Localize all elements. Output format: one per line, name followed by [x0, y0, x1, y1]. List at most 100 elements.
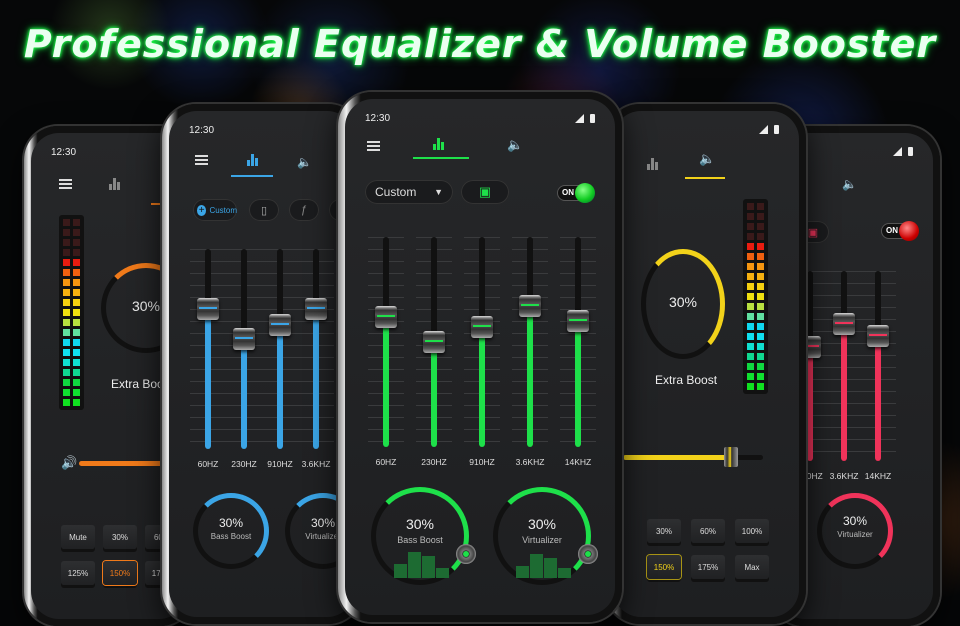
virtualizer-dial[interactable]: 30% Virtualizer — [493, 487, 598, 585]
preset-button-mute[interactable]: Mute — [61, 525, 95, 549]
slider-track[interactable] — [527, 237, 533, 447]
vu-row — [747, 253, 764, 260]
preset-button-max[interactable]: Max — [735, 555, 769, 579]
vu-row — [63, 229, 80, 236]
slider-handle[interactable] — [233, 328, 255, 350]
slider-handle[interactable] — [197, 298, 219, 320]
slider-handle[interactable] — [269, 314, 291, 336]
tab-equalizer[interactable] — [433, 137, 444, 153]
slider-track[interactable] — [479, 237, 485, 447]
vu-row — [747, 333, 764, 340]
vu-row — [747, 203, 764, 210]
slider-track[interactable] — [383, 237, 389, 447]
preset-button-100[interactable]: 100% — [735, 519, 769, 543]
vu-row — [747, 323, 764, 330]
tab-booster[interactable]: 🔈 — [507, 137, 523, 153]
slider-track[interactable] — [313, 249, 319, 449]
virtualizer-label: Virtualizer — [837, 530, 873, 539]
signal-icon — [893, 147, 902, 156]
status-time: 12:30 — [189, 125, 215, 136]
vu-row — [747, 313, 764, 320]
tab-booster[interactable]: 🔈 — [699, 151, 715, 167]
vu-row — [63, 349, 80, 356]
screen: 12:30 🔈 Custom ▼ ▣ ON 60HZ 230HZ 910HZ 3.6KH… — [345, 99, 615, 615]
signal-icon — [759, 125, 768, 134]
preset-button-60[interactable]: 60% — [691, 519, 725, 543]
slider-fill — [431, 342, 437, 447]
preset-button-175[interactable]: 175% — [691, 555, 725, 579]
slider-track[interactable] — [841, 271, 847, 461]
menu-icon[interactable] — [59, 179, 72, 189]
preset-button-150[interactable]: 150% — [647, 555, 681, 579]
volume-boost-icon[interactable]: 🔈 — [842, 177, 857, 191]
preset-add-button[interactable]: + Custom — [193, 199, 237, 221]
slider-handle[interactable] — [567, 310, 589, 332]
tab-equalizer[interactable] — [109, 177, 120, 193]
preset-button-30[interactable]: 30% — [103, 525, 137, 549]
phone-equalizer-green: 12:30 🔈 Custom ▼ ▣ ON 60HZ 230HZ 910HZ 3.6KH… — [338, 92, 622, 622]
eq-toggle[interactable]: ON — [881, 221, 919, 241]
band-label: 3.6KHZ — [515, 457, 545, 467]
tab-equalizer[interactable] — [647, 157, 658, 173]
menu-icon[interactable] — [367, 141, 380, 151]
slider-track[interactable] — [277, 249, 283, 449]
slider-handle[interactable] — [305, 298, 327, 320]
slider-track[interactable] — [875, 271, 881, 461]
virtualizer-dial[interactable]: 30% Virtualizer — [817, 493, 893, 569]
bass-boost-label: Bass Boost — [397, 535, 443, 545]
vu-row — [747, 293, 764, 300]
speaker-button[interactable]: ▯ — [249, 199, 279, 221]
slider-track[interactable] — [807, 271, 813, 461]
band-label: 910HZ — [469, 457, 495, 467]
slider-handle[interactable] — [375, 305, 397, 328]
band-label: 60HZ — [197, 459, 219, 469]
slider-fill — [807, 347, 813, 461]
slider-handle[interactable] — [423, 331, 445, 353]
extra-boost-label: Extra Boost — [655, 373, 718, 387]
screen: 12:30 🔈 +Custom ▯ ƒ ♪ 60HZ230HZ910HZ3.6K… — [169, 111, 355, 617]
instrument-button[interactable]: ƒ — [289, 199, 319, 221]
preset-button-125[interactable]: 125% — [61, 561, 95, 585]
volume-slider-handle[interactable] — [723, 447, 738, 467]
slider-handle[interactable] — [833, 313, 855, 336]
vu-row — [747, 263, 764, 270]
equalizer-icon — [433, 138, 444, 150]
bass-boost-knob[interactable] — [456, 544, 476, 564]
slider-handle[interactable] — [519, 295, 541, 318]
band-label: 910HZ — [267, 459, 293, 469]
slider-fill — [875, 335, 881, 461]
slider-track[interactable] — [205, 249, 211, 449]
band-label: 14KHZ — [564, 457, 592, 467]
virtualizer-label: Virtualizer — [522, 535, 562, 545]
band-label: 3.6KHZ — [301, 459, 331, 469]
tab-indicator — [231, 175, 273, 177]
slider-fill — [383, 316, 389, 447]
preset-button-30[interactable]: 30% — [647, 519, 681, 543]
vu-row — [747, 213, 764, 220]
vu-row — [63, 239, 80, 246]
save-button[interactable]: ▣ — [461, 180, 509, 204]
bass-boost-dial[interactable]: 30% Bass Boost — [371, 487, 476, 585]
tab-equalizer[interactable] — [247, 153, 258, 169]
vu-row — [63, 369, 80, 376]
volume-slider[interactable] — [623, 447, 763, 467]
slider-track[interactable] — [575, 237, 581, 447]
extra-boost-dial[interactable]: 30% — [641, 249, 725, 359]
slider-handle[interactable] — [471, 316, 493, 339]
slider-handle[interactable] — [867, 324, 889, 347]
vu-row — [747, 363, 764, 370]
menu-icon[interactable] — [195, 155, 208, 165]
band-label: 14KHZ — [864, 471, 892, 481]
headline: Professional Equalizer & Volume Booster — [23, 22, 937, 66]
eq-toggle[interactable]: ON — [557, 183, 595, 203]
slider-fill — [575, 321, 581, 447]
vu-row — [63, 389, 80, 396]
vu-row — [747, 383, 764, 390]
virtualizer-knob[interactable] — [578, 544, 598, 564]
volume-boost-icon[interactable]: 🔈 — [297, 155, 312, 169]
volume-icon: 🔊 — [61, 455, 78, 470]
volume-boost-icon: 🔈 — [699, 151, 716, 166]
bass-boost-dial[interactable]: 30% Bass Boost — [193, 493, 269, 569]
preset-button-150[interactable]: 150% — [103, 561, 137, 585]
preset-dropdown[interactable]: Custom ▼ — [365, 180, 453, 204]
